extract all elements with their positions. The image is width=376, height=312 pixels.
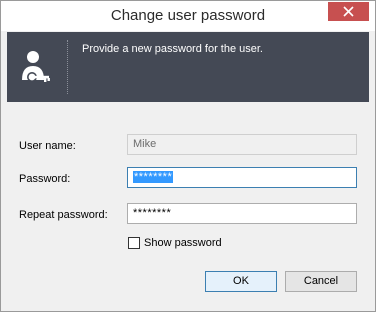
username-field: Mike [127, 134, 357, 155]
password-value: ******** [133, 171, 174, 183]
username-value: Mike [133, 138, 157, 150]
password-field[interactable]: ******** [127, 167, 357, 188]
close-icon [343, 6, 354, 17]
repeat-password-label: Repeat password: [19, 209, 108, 221]
dialog-header: Provide a new password for the user. [7, 32, 369, 102]
title-bar[interactable]: Change user password [1, 1, 375, 31]
dialog-content: User name: Mike Password: ******** Repea… [7, 102, 369, 305]
ok-button[interactable]: OK [205, 271, 277, 292]
user-key-icon [22, 51, 50, 82]
repeat-password-field[interactable]: ******** [127, 203, 357, 224]
show-password-checkbox[interactable] [128, 237, 140, 249]
dialog-title: Change user password [110, 7, 266, 24]
repeat-password-value: ******** [133, 207, 172, 219]
header-description: Provide a new password for the user. [82, 43, 263, 55]
cancel-button[interactable]: Cancel [285, 271, 357, 292]
show-password-label: Show password [144, 237, 222, 249]
close-button[interactable] [328, 2, 369, 21]
password-label: Password: [19, 173, 71, 185]
change-password-dialog: Change user password Provide a new passw… [0, 0, 376, 312]
header-separator [67, 40, 68, 94]
username-label: User name: [19, 140, 76, 152]
